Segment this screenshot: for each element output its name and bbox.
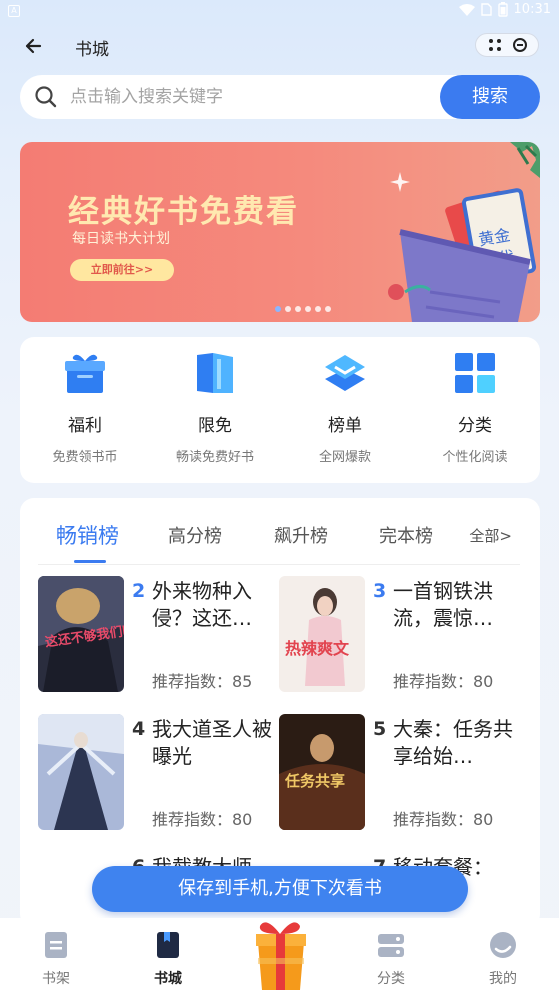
banner-title: 经典好书免费看 [68,194,299,230]
cover-text: 任务共享 [284,772,345,790]
ranking-panel: 畅销榜 高分榜 飙升榜 完本榜 全部> 这还不够我们吃 2 外来物种入侵？这还…… [20,498,540,928]
promo-banner[interactable]: 经典好书免费看 每日读书大计划 立即前往>> 黄金 时代 [20,142,540,322]
book-score: 推荐指数：80 [393,672,494,691]
quick-nav-label: 分类 [458,416,492,436]
grid-icon [455,353,495,393]
banner-pagination [275,306,331,312]
book-item[interactable]: 这还不够我们吃 2 外来物种入侵？这还… 推荐指数：85 [38,576,274,694]
book-item[interactable]: 4 我大道圣人被曝光 推荐指数：80 [38,714,274,832]
status-bar: A 10:31 [0,0,559,24]
status-icons: 10:31 [458,2,551,17]
book-title: 我大道圣人被曝光 [152,717,272,768]
page-title: 书城 [75,40,109,60]
nav-label: 书城 [154,971,182,987]
nav-bookstore[interactable]: 书城 [128,918,208,996]
nav-label: 分类 [377,971,405,987]
quick-nav-category[interactable]: 分类 个性化阅读 [410,337,540,483]
book-cover: 这还不够我们吃 [38,576,124,692]
quick-nav: 福利 免费领书币 限免 畅读免费好书 榜单 全网爆款 分类 个性化阅读 [20,337,540,483]
nav-bookshelf[interactable]: 书架 [16,918,96,996]
banner-subtitle: 每日读书大计划 [72,231,170,247]
profile-icon [490,932,516,958]
book-title: 大秦：任务共享给始… [393,717,513,768]
arrow-left-icon [25,38,42,54]
ranking-tabs: 畅销榜 高分榜 飙升榜 完本榜 全部> [20,498,540,566]
quick-nav-free[interactable]: 限免 畅读免费好书 [150,337,280,483]
battery-icon [497,2,508,17]
book-open-icon [197,353,233,393]
quick-nav-label: 福利 [68,416,102,436]
book-cover: 任务共享 [279,714,365,830]
quick-nav-welfare[interactable]: 福利 免费领书币 [20,337,150,483]
status-time: 10:31 [513,2,551,17]
search-input[interactable] [70,75,450,119]
tab-bestseller[interactable]: 畅销榜 [56,520,119,550]
book-cover [38,714,124,830]
gift-icon [65,354,105,393]
active-tab-indicator [74,560,106,563]
top-bar: 书城 [0,26,559,66]
gift-box-icon[interactable] [248,908,312,992]
book-score: 推荐指数：80 [393,810,494,829]
bookstore-icon [157,932,179,958]
book-item[interactable]: 任务共享 5 大秦：任务共享给始… 推荐指数：80 [279,714,515,832]
quick-nav-sub: 个性化阅读 [442,450,508,465]
book-rank: 4 [132,718,146,740]
nav-category[interactable]: 分类 [351,918,431,996]
close-mini-program-icon[interactable] [512,38,527,52]
quick-nav-label: 限免 [198,416,232,436]
view-all-link[interactable]: 全部> [469,525,512,546]
mini-program-capsule [475,33,539,57]
nav-profile[interactable]: 我的 [463,918,543,996]
book-rank: 3 [373,580,387,602]
divider [38,564,520,565]
book-rank: 2 [132,580,146,602]
book-cover: 热辣爽文 [279,576,365,692]
search-icon [35,86,57,108]
book-score: 推荐指数：80 [152,810,253,829]
more-menu-icon[interactable] [488,38,502,52]
quick-nav-sub: 畅读免费好书 [175,450,254,465]
bookshelf-icon [45,932,67,958]
book-rank: 5 [373,718,387,740]
category-icon [378,934,404,957]
notification-icon: A [8,5,20,17]
save-to-phone-button[interactable]: 保存到手机,方便下次看书 [92,866,468,912]
tab-completed[interactable]: 完本榜 [379,522,433,548]
back-button[interactable] [20,32,48,60]
book-title: 一首钢铁洪流，震惊… [393,579,493,630]
wifi-icon [458,3,475,16]
quick-nav-label: 榜单 [328,416,362,436]
layers-icon [325,355,365,391]
book-item[interactable]: 热辣爽文 3 一首钢铁洪流，震惊… 推荐指数：80 [279,576,515,694]
book-score: 推荐指数：85 [152,672,253,691]
search-bar: 搜索 [20,75,540,119]
book-basket-illustration: 黄金 时代 [388,142,540,322]
nav-label: 我的 [489,971,517,987]
tab-rising[interactable]: 飙升榜 [274,522,328,548]
banner-cta-button[interactable]: 立即前往>> [70,259,174,281]
cover-text: 热辣爽文 [285,639,350,658]
quick-nav-ranking[interactable]: 榜单 全网爆款 [280,337,410,483]
tab-high-score[interactable]: 高分榜 [168,522,222,548]
book-title: 外来物种入侵？这还… [152,579,252,630]
quick-nav-sub: 全网爆款 [318,450,371,465]
sim-icon [480,3,492,16]
quick-nav-sub: 免费领书币 [52,450,118,465]
search-button[interactable]: 搜索 [440,75,540,119]
nav-label: 书架 [42,971,70,987]
